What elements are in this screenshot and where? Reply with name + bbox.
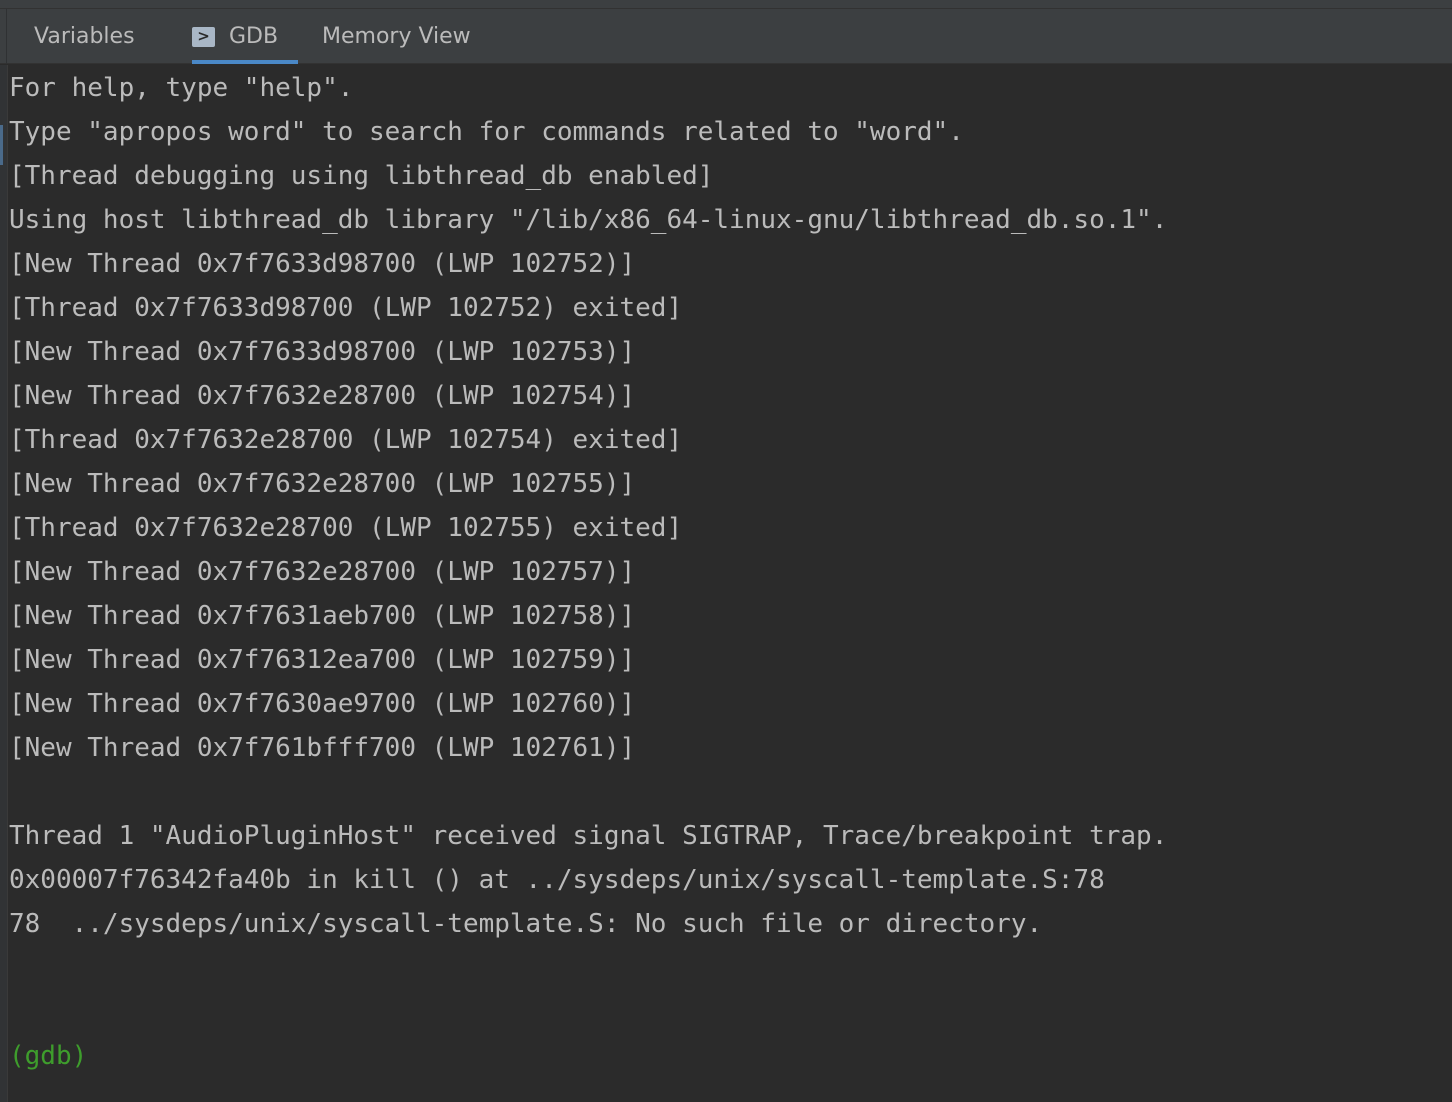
debug-tab-bar: Variables > GDB Memory View: [0, 9, 1452, 64]
console-line: [New Thread 0x7f7632e28700 (LWP 102755)]: [9, 469, 636, 499]
console-line: For help, type "help".: [9, 73, 354, 103]
console-line: [Thread 0x7f7633d98700 (LWP 102752) exit…: [9, 293, 683, 323]
console-line: [New Thread 0x7f7630ae9700 (LWP 102760)]: [9, 689, 636, 719]
console-line: Type "apropos word" to search for comman…: [9, 117, 964, 147]
tab-gdb[interactable]: > GDB: [192, 9, 298, 64]
console-line: Using host libthread_db library "/lib/x8…: [9, 205, 1168, 235]
console-line: [New Thread 0x7f7633d98700 (LWP 102753)]: [9, 337, 636, 367]
console-scrollbar[interactable]: [1444, 65, 1452, 1102]
console-icon: >: [192, 26, 215, 47]
window-top-strip: [0, 0, 1452, 9]
console-line: [New Thread 0x7f7632e28700 (LWP 102757)]: [9, 557, 636, 587]
tab-memory-view[interactable]: Memory View: [322, 9, 471, 64]
tab-memory-view-label: Memory View: [322, 24, 471, 49]
tabbar-left-separator: [6, 9, 7, 64]
tab-variables[interactable]: Variables: [34, 9, 135, 64]
tab-gdb-label: GDB: [229, 24, 279, 49]
left-gutter: [0, 65, 8, 1102]
console-line: [Thread debugging using libthread_db ena…: [9, 161, 714, 191]
gdb-console-output[interactable]: For help, type "help". Type "apropos wor…: [9, 66, 1445, 1102]
console-line: [New Thread 0x7f76312ea700 (LWP 102759)]: [9, 645, 636, 675]
console-line: [New Thread 0x7f7631aeb700 (LWP 102758)]: [9, 601, 636, 631]
console-line: [Thread 0x7f7632e28700 (LWP 102755) exit…: [9, 513, 683, 543]
console-line: Thread 1 "AudioPluginHost" received sign…: [9, 821, 1168, 851]
console-line: [Thread 0x7f7632e28700 (LWP 102754) exit…: [9, 425, 683, 455]
console-line: [New Thread 0x7f7633d98700 (LWP 102752)]: [9, 249, 636, 279]
gdb-prompt[interactable]: (gdb): [9, 1034, 87, 1078]
console-line: 78 ../sysdeps/unix/syscall-template.S: N…: [9, 909, 1043, 939]
tab-variables-label: Variables: [34, 24, 135, 49]
console-line: [New Thread 0x7f7632e28700 (LWP 102754)]: [9, 381, 636, 411]
console-line: 0x00007f76342fa40b in kill () at ../sysd…: [9, 865, 1105, 895]
console-line: [New Thread 0x7f761bfff700 (LWP 102761)]: [9, 733, 636, 763]
gutter-marker: [0, 125, 3, 165]
